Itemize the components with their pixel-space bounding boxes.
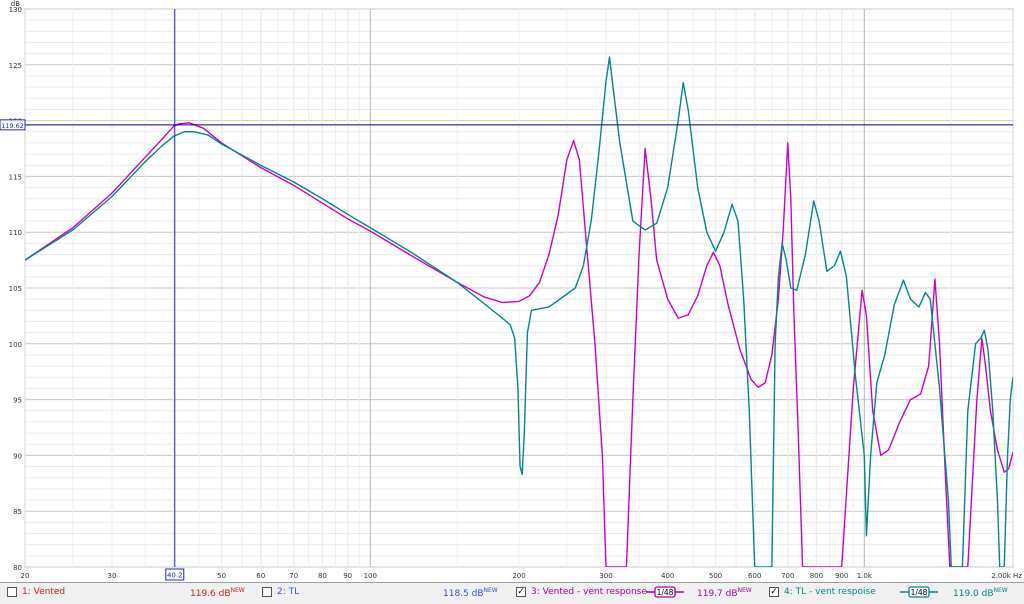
x-tick-label: 20 [21, 572, 30, 580]
y-tick-label: 115 [9, 173, 22, 181]
x-tick-label: 80 [318, 572, 327, 580]
x-tick-label: 500 [709, 572, 722, 580]
x-tick-label: 900 [835, 572, 848, 580]
cursor-y-readout: 119.62 [1, 122, 24, 130]
legend-value-4-text: 119.0 dB [953, 589, 994, 599]
smoothing-label-4: 1/48 [911, 588, 928, 597]
y-tick-label: 100 [9, 341, 22, 349]
x-tick-label: 50 [217, 572, 226, 580]
y-tick-label: 95 [13, 397, 22, 405]
smoothing-label-3: 1/48 [657, 588, 674, 597]
legend-value-1-text: 119.6 dB [190, 589, 231, 599]
legend-checkbox-3[interactable]: ✓ [516, 587, 526, 597]
x-tick-label: 800 [810, 572, 823, 580]
x-tick-label: 2.00k Hz [991, 572, 1022, 580]
legend-value-4: 119.0 dBNEW [953, 587, 1008, 599]
legend-checkbox-2[interactable] [262, 587, 272, 597]
y-tick-label: 90 [13, 452, 22, 460]
smoothing-indicator-4[interactable]: 1/48 [900, 586, 938, 598]
x-tick-label: 100 [364, 572, 377, 580]
legend-value-1: 119.6 dBNEW [190, 587, 245, 599]
legend-value-2-text: 118.5 dB [443, 589, 484, 599]
y-axis: 13012512011511010510095908580dB [9, 0, 22, 572]
frequency-response-chart[interactable]: 13012512011511010510095908580dB 20305060… [0, 0, 1024, 582]
x-tick-label: 70 [289, 572, 298, 580]
y-tick-label: 110 [9, 229, 22, 237]
legend-label-1[interactable]: 1: Vented [22, 587, 65, 597]
legend-value-2: 118.5 dBNEW [443, 587, 498, 599]
x-tick-label: 300 [599, 572, 612, 580]
x-tick-label: 400 [661, 572, 674, 580]
y-tick-label: 85 [13, 508, 22, 516]
legend-value-3-text: 119.7 dB [697, 589, 738, 599]
smoothing-indicator-3[interactable]: 1/48 [646, 586, 684, 598]
legend-checkbox-1[interactable] [7, 587, 17, 597]
legend-badge-3: NEW [737, 587, 752, 594]
x-tick-label: 200 [512, 572, 525, 580]
x-tick-label: 90 [343, 572, 352, 580]
legend-badge-4: NEW [993, 587, 1008, 594]
x-tick-label: 700 [781, 572, 794, 580]
y-tick-label: 125 [9, 62, 22, 70]
legend-badge-2: NEW [483, 587, 498, 594]
x-tick-label: 30 [108, 572, 117, 580]
legend-bar: 1: Vented 119.6 dBNEW 2: TL 118.5 dBNEW … [0, 582, 1024, 604]
y-tick-label: 80 [13, 564, 22, 572]
legend-checkbox-4[interactable]: ✓ [769, 587, 779, 597]
legend-label-2[interactable]: 2: TL [277, 587, 299, 597]
cursor-x-readout: 40.2 [167, 572, 183, 580]
x-tick-label: 600 [748, 572, 761, 580]
x-tick-label: 1.0k [857, 572, 873, 580]
plot-area[interactable]: 13012512011511010510095908580dB 20305060… [0, 0, 1024, 582]
x-tick-label: 60 [256, 572, 265, 580]
legend-value-3: 119.7 dBNEW [697, 587, 752, 599]
y-unit-label: dB [11, 0, 20, 8]
legend-label-4[interactable]: 4: TL - vent respoise [784, 587, 876, 597]
y-tick-label: 105 [9, 285, 22, 293]
legend-label-3[interactable]: 3: Vented - vent response [531, 587, 647, 597]
legend-badge-1: NEW [230, 587, 245, 594]
